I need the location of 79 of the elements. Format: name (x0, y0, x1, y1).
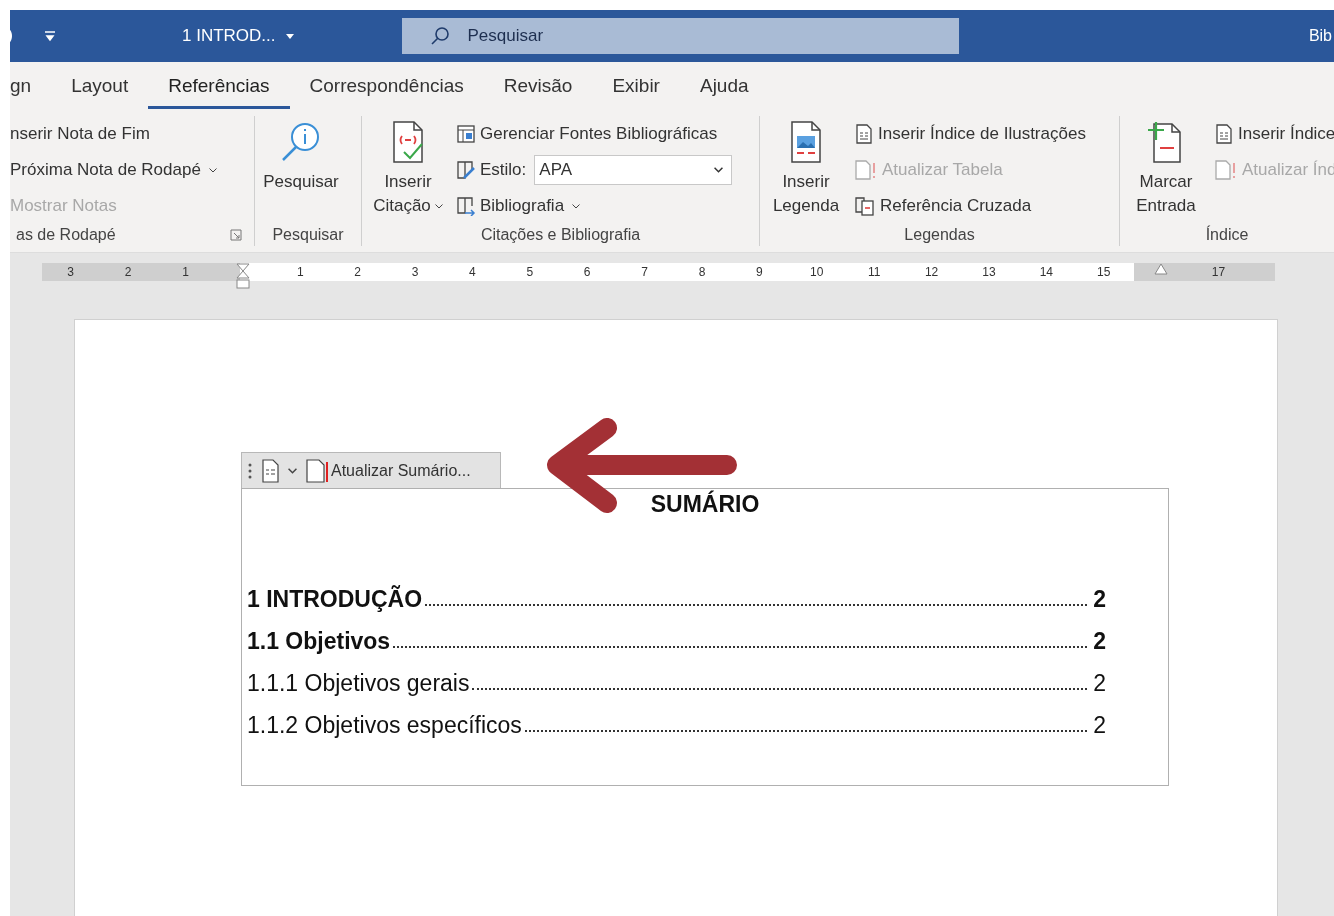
table-icon (456, 124, 476, 144)
toc-page-number: 2 (1093, 670, 1106, 697)
ribbon-button[interactable]: Inserir Legenda (766, 116, 846, 224)
chevron-down-icon (714, 167, 724, 173)
toc-entry-title[interactable]: 1.1 Objetivos (247, 628, 391, 655)
ribbon-tab[interactable]: Correspondências (289, 62, 484, 110)
caret-icon (434, 204, 443, 209)
document-title[interactable]: 1 INTROD... (182, 26, 276, 46)
ribbon-tab[interactable]: Revisão (483, 62, 593, 110)
search-field[interactable]: Pesquisar (401, 18, 959, 54)
ruler-number: 15 (1096, 265, 1112, 279)
caret-icon[interactable] (288, 467, 297, 474)
ribbon-tab[interactable]: Exibir (592, 62, 680, 110)
group-label: Pesquisar (272, 226, 344, 244)
style-label: Estilo: (480, 160, 527, 180)
document-icon (854, 124, 874, 144)
update-icon (305, 458, 329, 483)
ruler-number: 7 (640, 265, 649, 279)
group-label: Legendas (904, 226, 975, 244)
book-brush-icon (456, 160, 476, 180)
ribbon-tab[interactable]: Layout (51, 62, 149, 110)
ribbon-button[interactable]: Gerenciar Fontes Bibliográficas (454, 118, 733, 150)
ribbon-button[interactable]: nserir Nota de Fim (8, 118, 219, 150)
grip-icon[interactable] (248, 461, 252, 480)
document-icon (1214, 124, 1234, 144)
toc-entry-title[interactable]: 1.1.2 Objetivos específicos (247, 712, 522, 739)
ruler-number: 12 (923, 265, 940, 279)
ribbon-button[interactable]: Marcar Entrada (1126, 116, 1206, 224)
toc-page-number: 2 (1093, 586, 1106, 613)
cross-reference-icon (854, 196, 876, 216)
toc-page-number: 2 (1093, 712, 1106, 739)
ruler-number: 17 (1210, 265, 1227, 279)
search-placeholder: Pesquisar (467, 26, 544, 46)
ruler-number: 1 (181, 265, 190, 279)
ruler-number: 4 (468, 265, 477, 279)
toc-entry-title[interactable]: 1 INTRODUÇÃO (247, 586, 423, 613)
ruler-number: 2 (353, 265, 362, 279)
ribbon-tab[interactable]: gn (10, 62, 52, 110)
ruler-number: 2 (123, 265, 133, 279)
indent-marker-icon[interactable] (235, 263, 250, 289)
update-icon (1214, 160, 1238, 180)
ribbon-button[interactable]: Próxima Nota de Rodapé (8, 154, 219, 186)
indent-marker-icon[interactable] (1154, 263, 1169, 275)
ruler-number: 10 (809, 265, 825, 279)
style-dropdown[interactable]: APA (534, 155, 733, 185)
document-icon[interactable] (260, 458, 280, 483)
ruler-number: 14 (1038, 265, 1054, 279)
search-icon (429, 26, 450, 46)
group-label: as de Rodapé (16, 226, 116, 244)
caret-icon (572, 203, 581, 209)
caret-icon (208, 167, 217, 173)
ribbon-tab[interactable]: Ajuda (679, 62, 769, 110)
customize-icon[interactable] (44, 30, 56, 42)
ruler-number: 3 (410, 265, 420, 279)
toc-heading: SUMÁRIO (649, 491, 761, 519)
title-bar-text: Bib (1308, 27, 1332, 45)
ruler-number: 13 (981, 265, 997, 279)
ruler-number: 11 (866, 265, 882, 279)
update-toc-button[interactable]: Atualizar Sumário... (305, 458, 471, 483)
ruler-number: 1 (295, 265, 305, 279)
ribbon-button[interactable]: Referência Cruzada (852, 190, 1088, 222)
ruler-number: 6 (582, 265, 592, 279)
ribbon-button[interactable]: Inserir Índice (1212, 118, 1334, 150)
dialog-launcher-icon[interactable] (230, 229, 242, 241)
group-label: Índice (1205, 226, 1249, 244)
group-label: Citações e Bibliografia (480, 226, 641, 244)
ruler-number: 9 (755, 265, 764, 279)
caret-icon[interactable] (285, 33, 294, 39)
toc-entry-title[interactable]: 1.1.1 Objetivos gerais (247, 670, 470, 697)
ribbon-button[interactable]: Inserir Índice de Ilustrações (852, 118, 1088, 150)
ruler-number: 5 (525, 265, 535, 279)
update-icon (854, 160, 878, 180)
ruler-number: 3 (66, 265, 76, 279)
ribbon-button[interactable]: Bibliografia (454, 190, 733, 222)
toc-page-number: 2 (1093, 628, 1106, 655)
ruler-number: 8 (697, 265, 707, 279)
ribbon-button[interactable]: Pesquisar (261, 116, 341, 224)
book-arrow-icon (456, 196, 476, 216)
ribbon-button[interactable]: Inserir Citação (368, 116, 448, 224)
